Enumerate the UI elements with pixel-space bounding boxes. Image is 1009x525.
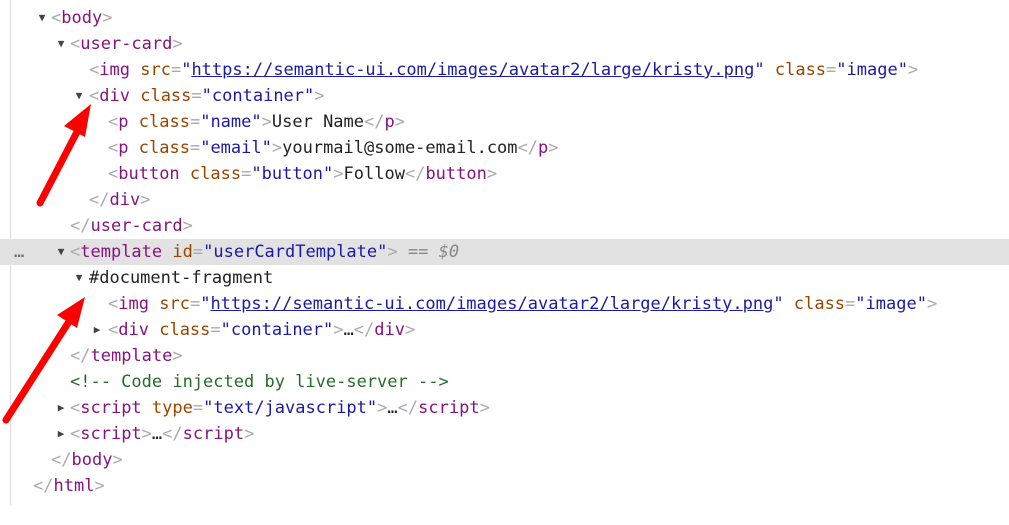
red-arrow-icon <box>2 297 85 424</box>
red-arrow-icon <box>36 104 91 207</box>
annotation-arrows <box>2 104 91 424</box>
